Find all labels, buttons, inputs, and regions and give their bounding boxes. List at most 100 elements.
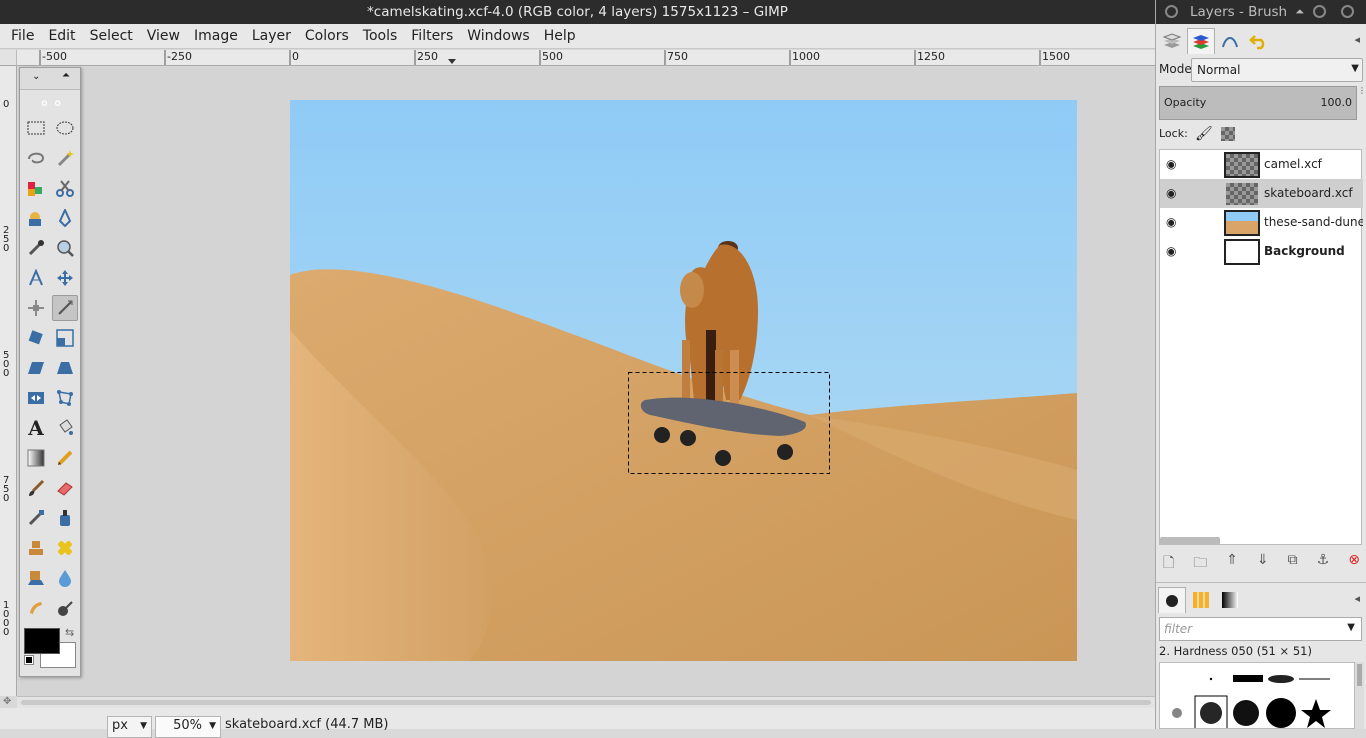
menu-help[interactable]: Help xyxy=(537,24,583,49)
tab-undo-history-icon[interactable] xyxy=(1245,28,1273,54)
eye-visibility-icon[interactable]: ◉ xyxy=(1166,186,1176,200)
lock-alpha-icon[interactable] xyxy=(1221,127,1235,141)
raise-layer-icon[interactable]: ⇑ xyxy=(1226,552,1238,574)
color-picker-icon[interactable] xyxy=(23,235,49,261)
menu-image[interactable]: Image xyxy=(187,24,245,49)
unit-selector[interactable]: px ▼ xyxy=(107,716,152,738)
foreground-select-icon[interactable] xyxy=(23,205,49,231)
flip-icon[interactable] xyxy=(23,385,49,411)
eye-visibility-icon[interactable]: ◉ xyxy=(1166,157,1176,171)
text-icon[interactable]: A xyxy=(23,415,49,441)
tab-gradients-icon[interactable] xyxy=(1216,587,1244,613)
shear-icon[interactable] xyxy=(23,355,49,381)
perspective-icon[interactable] xyxy=(52,355,78,381)
ruler-label: 0 xyxy=(3,99,10,110)
image-canvas[interactable] xyxy=(290,100,1077,661)
paintbrush-icon[interactable] xyxy=(23,475,49,501)
menu-filters[interactable]: Filters xyxy=(404,24,460,49)
rotate-icon[interactable] xyxy=(23,325,49,351)
ink-icon[interactable] xyxy=(52,505,78,531)
navigate-icon[interactable]: ✥ xyxy=(3,696,11,707)
tab-paths-icon[interactable] xyxy=(1216,28,1244,54)
select-by-color-icon[interactable] xyxy=(23,175,49,201)
menu-edit[interactable]: Edit xyxy=(41,24,82,49)
lower-layer-icon[interactable]: ⇓ xyxy=(1257,552,1269,574)
menu-windows[interactable]: Windows xyxy=(460,24,537,49)
ruler-corner-menu-icon[interactable] xyxy=(0,50,17,66)
layer-row[interactable]: ◉ Background xyxy=(1160,237,1363,266)
opacity-slider[interactable]: Opacity 100.0 xyxy=(1159,86,1357,120)
smudge-icon[interactable] xyxy=(23,595,49,621)
layer-row[interactable]: ◉ camel.xcf xyxy=(1160,150,1363,179)
zoom-selector[interactable]: 50% ▼ xyxy=(155,716,221,738)
horizontal-ruler[interactable]: -500 -250 0 250 500 750 1000 1250 1500 xyxy=(17,50,1155,66)
collapse-up-icon[interactable]: ⏶ xyxy=(62,70,70,81)
bucket-fill-icon[interactable] xyxy=(52,415,78,441)
unified-transform-icon[interactable] xyxy=(52,295,78,321)
ruler-label: 750 xyxy=(667,50,688,63)
lock-pixels-brush-icon[interactable]: 🖌 xyxy=(1195,126,1213,142)
horizontal-scrollbar[interactable] xyxy=(17,696,1155,708)
scissors-select-icon[interactable] xyxy=(52,175,78,201)
tab-channels-icon[interactable] xyxy=(1187,28,1215,54)
free-select-icon[interactable] xyxy=(23,145,49,171)
tab-brushes-icon[interactable] xyxy=(1158,587,1186,613)
brush-filter-input[interactable]: filter ▼ xyxy=(1159,617,1362,641)
layers-scroll-thumb[interactable] xyxy=(1160,537,1220,545)
rect-select-icon[interactable] xyxy=(23,115,49,141)
opacity-spinner[interactable]: ⋮ xyxy=(1358,86,1366,120)
eye-visibility-icon[interactable]: ◉ xyxy=(1166,215,1176,229)
tab-layers-stack-icon[interactable] xyxy=(1158,28,1186,54)
dodge-burn-icon[interactable] xyxy=(52,595,78,621)
new-layer-group-icon[interactable]: 🗀 xyxy=(1193,552,1207,574)
duplicate-layer-icon[interactable]: ⧉ xyxy=(1288,552,1298,574)
chevron-down-icon[interactable]: ⌄ xyxy=(32,71,40,82)
toolbox-header: ⌄ ⏶ xyxy=(20,68,80,90)
foreground-color-swatch-top[interactable] xyxy=(24,628,60,654)
pencil-icon[interactable] xyxy=(52,445,78,471)
measure-icon[interactable] xyxy=(23,265,49,291)
fuzzy-select-icon[interactable] xyxy=(52,145,78,171)
ellipse-select-icon[interactable] xyxy=(52,115,78,141)
menu-view[interactable]: View xyxy=(140,24,187,49)
menu-file[interactable]: File xyxy=(4,24,41,49)
move-icon[interactable] xyxy=(52,265,78,291)
window-menu-icon[interactable] xyxy=(1165,5,1178,18)
scale-icon[interactable] xyxy=(52,325,78,351)
paths-icon[interactable] xyxy=(52,205,78,231)
brush-grid[interactable] xyxy=(1159,662,1355,729)
mode-dropdown[interactable]: Normal ▼ xyxy=(1191,58,1363,82)
configure-tab-icon[interactable]: ◂ xyxy=(1354,592,1360,605)
delete-layer-icon[interactable]: ⊗ xyxy=(1348,552,1360,574)
close-icon[interactable] xyxy=(1341,5,1354,18)
blur-sharpen-icon[interactable] xyxy=(52,565,78,591)
new-layer-icon[interactable]: 🗋 xyxy=(1163,552,1174,574)
chevron-down-icon: ▼ xyxy=(1347,622,1355,633)
vertical-ruler[interactable]: 0 2 5 0 5 0 0 7 5 0 1 0 0 0 xyxy=(0,66,17,696)
tab-patterns-icon[interactable] xyxy=(1187,587,1215,613)
heal-icon[interactable] xyxy=(52,535,78,561)
clone-icon[interactable] xyxy=(23,535,49,561)
cage-transform-icon[interactable] xyxy=(52,385,78,411)
airbrush-icon[interactable] xyxy=(23,505,49,531)
layer-row[interactable]: ◉ these-sand-dunes-in xyxy=(1160,208,1363,237)
zoom-icon[interactable] xyxy=(52,235,78,261)
menu-layer[interactable]: Layer xyxy=(245,24,298,49)
menu-colors[interactable]: Colors xyxy=(298,24,356,49)
perspective-clone-icon[interactable] xyxy=(23,565,49,591)
menu-select[interactable]: Select xyxy=(83,24,140,49)
scrollbar-thumb[interactable] xyxy=(21,700,1151,705)
align-icon[interactable] xyxy=(23,295,49,321)
anchor-layer-icon[interactable]: ⚓ xyxy=(1317,552,1330,574)
menu-tools[interactable]: Tools xyxy=(356,24,405,49)
maximize-icon[interactable] xyxy=(1313,5,1326,18)
blend-icon[interactable] xyxy=(23,445,49,471)
default-colors-icon[interactable] xyxy=(24,655,34,665)
shade-icon[interactable]: ⏶ xyxy=(1295,0,1304,24)
layer-row-selected[interactable]: ◉ skateboard.xcf xyxy=(1160,179,1363,208)
configure-tab-icon[interactable]: ◂ xyxy=(1354,33,1360,46)
eraser-icon[interactable] xyxy=(52,475,78,501)
brush-grid-scrollbar[interactable] xyxy=(1355,662,1364,729)
eye-visibility-icon[interactable]: ◉ xyxy=(1166,244,1176,258)
swap-colors-icon[interactable]: ⇆ xyxy=(65,626,74,639)
